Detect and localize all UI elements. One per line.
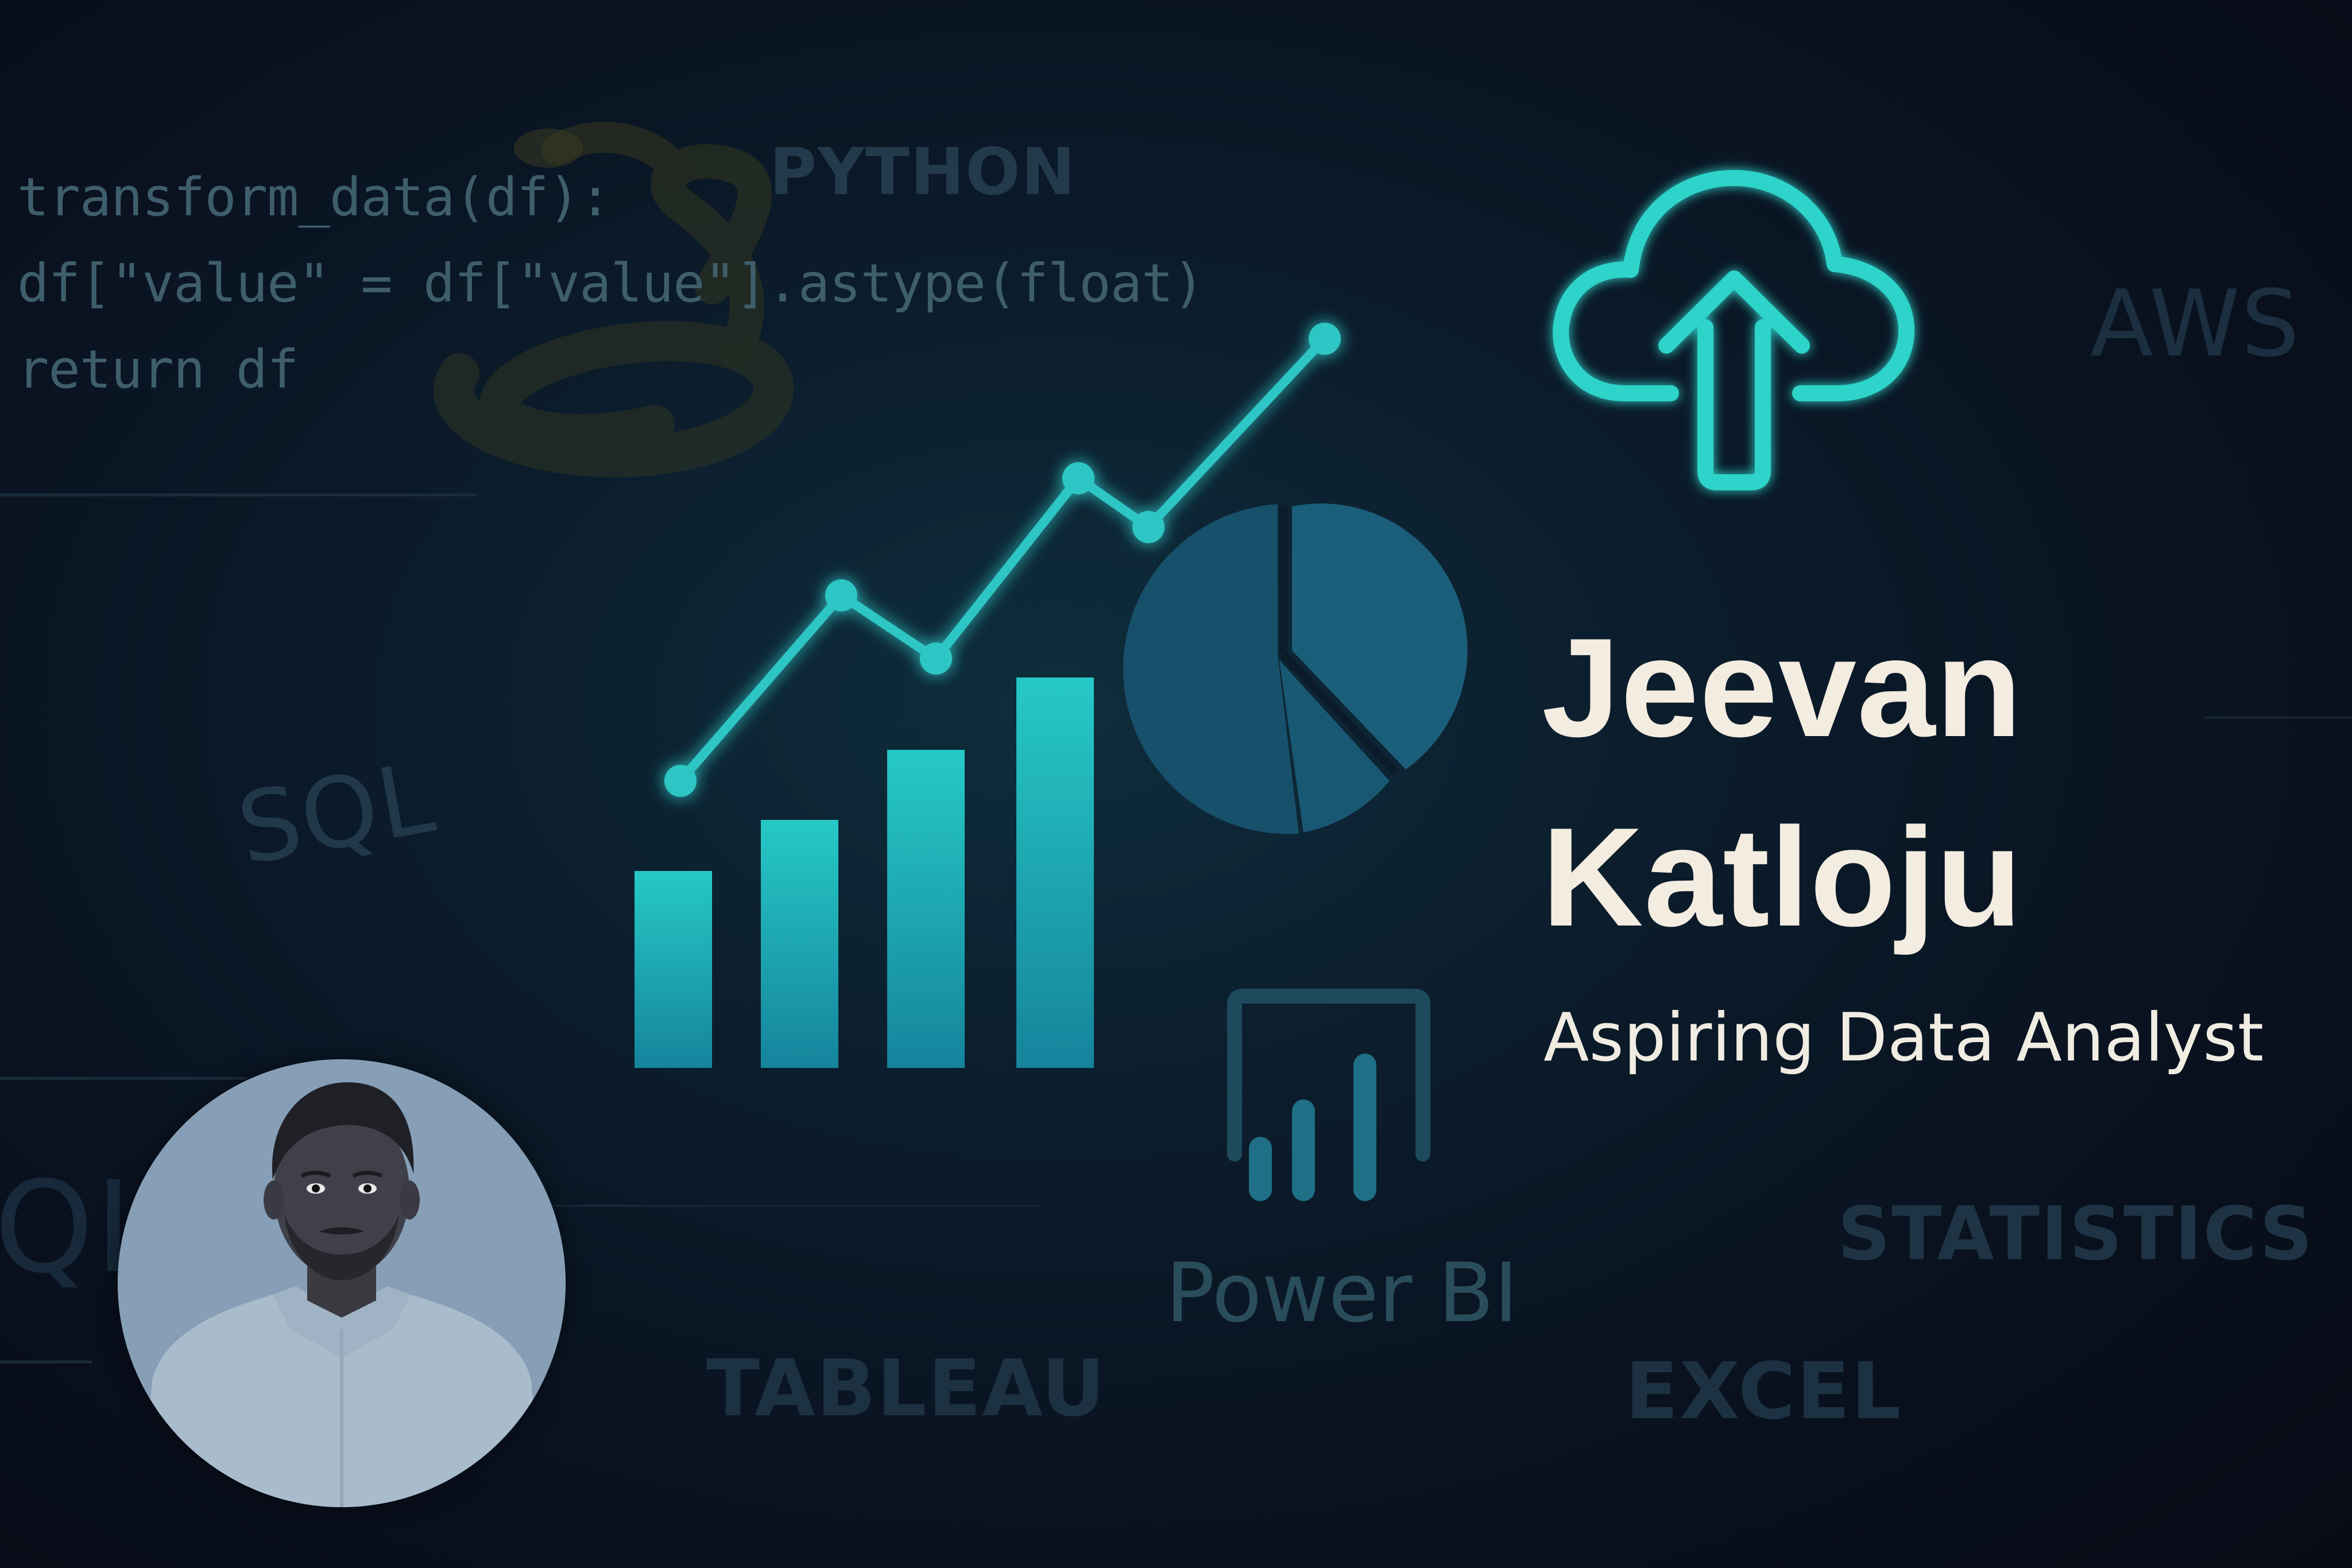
line-point-6	[1309, 323, 1341, 355]
bar-3	[887, 750, 965, 1068]
bar-chart-icon	[635, 677, 1094, 1068]
power-bi-label: Power BI	[1166, 1246, 1518, 1341]
line-point-2	[825, 579, 857, 611]
profile-last-name: Katloju	[1542, 798, 2023, 955]
line-point-5	[1132, 511, 1165, 543]
line-point-3	[920, 642, 952, 675]
pie-chart-icon	[1123, 503, 1468, 834]
person-avatar-icon	[118, 1059, 566, 1507]
cloud-upload-icon	[1553, 170, 1914, 490]
profile-first-name: Jeevan	[1542, 609, 2022, 766]
line-point-1	[664, 765, 697, 797]
profile-role: Aspiring Data Analyst	[1544, 999, 2264, 1077]
profile-photo	[118, 1059, 566, 1507]
bar-2	[761, 820, 838, 1068]
power-bi-icon	[1227, 989, 1430, 1201]
line-point-4	[1062, 462, 1094, 494]
bar-1	[635, 871, 712, 1068]
bar-4	[1016, 677, 1094, 1068]
